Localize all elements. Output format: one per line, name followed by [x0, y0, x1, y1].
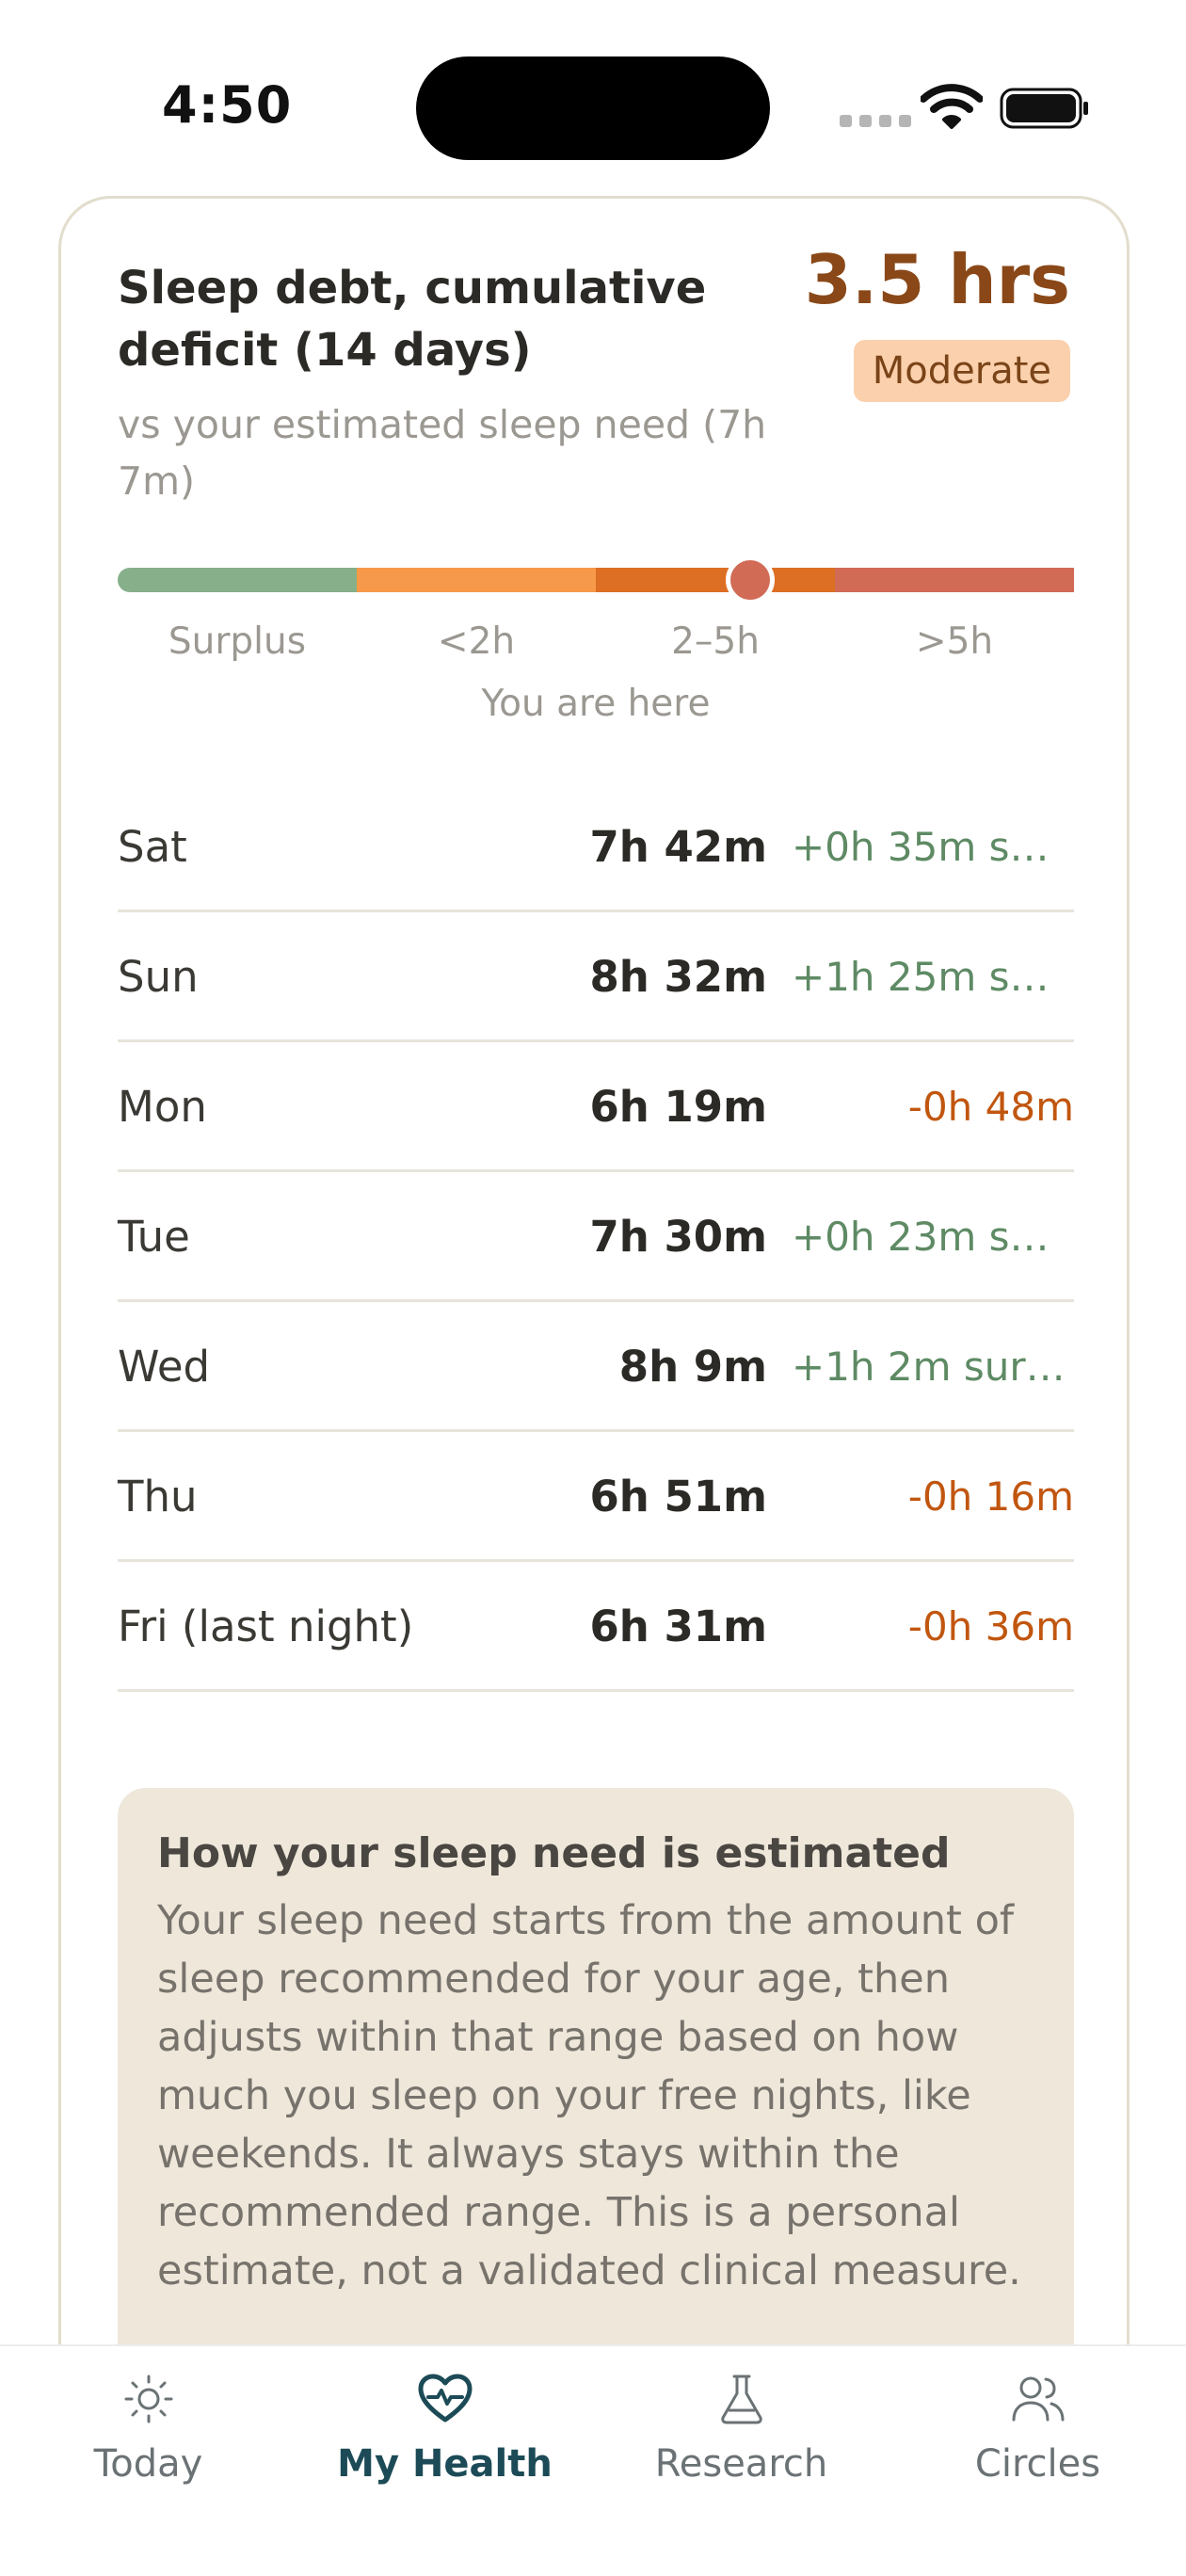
scale-segment-2-5h: [596, 568, 835, 592]
row-day: Fri (last night): [118, 1602, 414, 1651]
row-duration: 6h 19m: [589, 1082, 767, 1132]
row-difference: +1h 25m surplus: [792, 954, 1074, 1000]
debt-scale-bar: [118, 555, 1074, 604]
row-day: Thu: [118, 1472, 198, 1521]
dynamic-island: [416, 56, 770, 160]
table-row: Mon 6h 19m -0h 48m: [118, 1042, 1074, 1172]
row-day: Mon: [118, 1082, 207, 1132]
status-time: 4:50: [162, 75, 293, 135]
scale-label-over-5h: >5h: [915, 620, 994, 663]
row-duration: 6h 51m: [589, 1472, 767, 1521]
screen: 4:50 Sleep debt, cumulative deficit (14 …: [0, 0, 1186, 2576]
scale-label-surplus: Surplus: [168, 620, 307, 663]
row-day: Sun: [118, 952, 199, 1002]
sun-icon: [124, 2375, 172, 2423]
scale-segment-over-5h: [835, 568, 1074, 592]
wifi-icon: [921, 84, 983, 129]
cellular-signal-icon: [840, 115, 911, 127]
row-day: Wed: [118, 1342, 211, 1392]
scale-labels: Surplus <2h 2–5h >5h: [118, 620, 1074, 677]
heart-pulse-icon: [418, 2374, 472, 2423]
current-position-marker: [726, 555, 775, 604]
row-day: Sat: [118, 822, 187, 872]
battery-icon: [1000, 88, 1088, 129]
row-difference: +0h 23m surplus: [792, 1214, 1074, 1260]
row-duration: 6h 31m: [589, 1602, 767, 1651]
row-duration: 7h 42m: [589, 822, 767, 872]
people-icon: [1012, 2376, 1064, 2422]
table-row: Fri (last night) 6h 31m -0h 36m: [118, 1562, 1074, 1692]
scale-segment-under-2h: [357, 568, 596, 592]
nav-label: Today: [93, 2442, 203, 2486]
row-difference: -0h 48m: [907, 1084, 1074, 1130]
nav-item-my-health[interactable]: My Health: [296, 2369, 593, 2520]
card-title: Sleep debt, cumulative deficit (14 days): [118, 262, 707, 377]
row-day: Tue: [118, 1212, 190, 1262]
table-row: Wed 8h 9m +1h 2m surplus: [118, 1302, 1074, 1432]
sleep-debt-value: 3.5 hrs: [804, 240, 1070, 319]
nav-item-circles[interactable]: Circles: [890, 2369, 1186, 2520]
row-difference: +1h 2m surplus: [792, 1344, 1074, 1390]
you-are-here-label: You are here: [481, 683, 711, 725]
info-title: How your sleep need is estimated: [157, 1829, 951, 1877]
nav-label: Circles: [974, 2442, 1101, 2486]
scale-segment-surplus: [118, 568, 357, 592]
bottom-nav: Today My Health Research Circles: [0, 2344, 1186, 2576]
info-body: Your sleep need starts from the amount o…: [157, 1897, 1021, 2294]
scale-label-under-2h: <2h: [437, 620, 516, 663]
row-difference: -0h 16m: [907, 1473, 1074, 1520]
sleep-debt-card: Sleep debt, cumulative deficit (14 days)…: [58, 196, 1130, 2576]
nav-label: My Health: [337, 2442, 553, 2486]
card-subtitle: vs your estimated sleep need (7h 7m): [118, 402, 767, 504]
sleep-need-info-box: How your sleep need is estimated Your sl…: [118, 1788, 1074, 2372]
scale-label-2-5h: 2–5h: [671, 620, 760, 663]
row-duration: 7h 30m: [589, 1212, 767, 1262]
nav-label: Research: [654, 2442, 828, 2486]
table-row: Thu 6h 51m -0h 16m: [118, 1432, 1074, 1562]
nightly-sleep-list: Sat 7h 42m +0h 35m surplus Sun 8h 32m +1…: [118, 782, 1074, 1692]
row-duration: 8h 32m: [589, 952, 767, 1002]
table-row: Sat 7h 42m +0h 35m surplus: [118, 782, 1074, 912]
row-difference: +0h 35m surplus: [792, 824, 1074, 870]
nav-item-today[interactable]: Today: [0, 2369, 296, 2520]
table-row: Tue 7h 30m +0h 23m surplus: [118, 1172, 1074, 1302]
table-row: Sun 8h 32m +1h 25m surplus: [118, 912, 1074, 1042]
row-difference: -0h 36m: [907, 1603, 1074, 1650]
nav-item-research[interactable]: Research: [593, 2369, 890, 2520]
row-duration: 8h 9m: [618, 1342, 767, 1392]
flask-icon: [720, 2375, 762, 2424]
severity-badge: Moderate: [853, 340, 1070, 402]
status-bar: 4:50: [0, 0, 1186, 188]
